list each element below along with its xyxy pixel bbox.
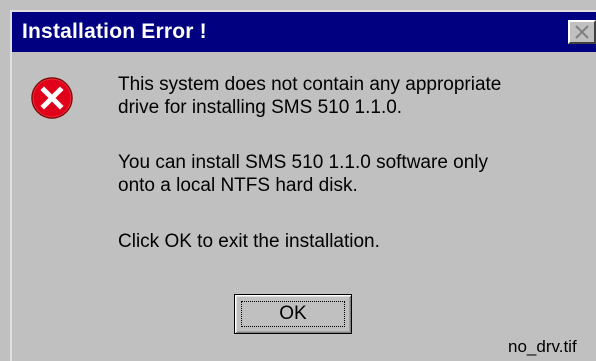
- message-line-1: This system does not contain any appropr…: [118, 74, 502, 95]
- message-paragraph-1: This system does not contain any appropr…: [118, 73, 501, 119]
- ok-button[interactable]: OK: [234, 294, 352, 334]
- message-paragraph-2: You can install SMS 510 1.1.0 software o…: [118, 151, 488, 197]
- message-line-4: onto a local NTFS hard disk.: [118, 175, 358, 196]
- title-bar[interactable]: Installation Error !: [12, 12, 596, 52]
- error-icon: [31, 77, 73, 119]
- window-title: Installation Error !: [22, 20, 207, 43]
- file-caption: no_drv.tif: [508, 337, 577, 356]
- message-line-2: drive for installing SMS 510 1.1.0.: [118, 97, 403, 118]
- ok-button-label: OK: [279, 303, 307, 324]
- message-line-3: You can install SMS 510 1.1.0 software o…: [118, 152, 489, 173]
- message-paragraph-3: Click OK to exit the installation.: [118, 230, 380, 253]
- close-button[interactable]: [568, 20, 596, 44]
- message-line-5: Click OK to exit the installation.: [118, 231, 380, 252]
- error-dialog: Installation Error ! This system does no…: [0, 0, 596, 361]
- close-icon: [575, 25, 589, 39]
